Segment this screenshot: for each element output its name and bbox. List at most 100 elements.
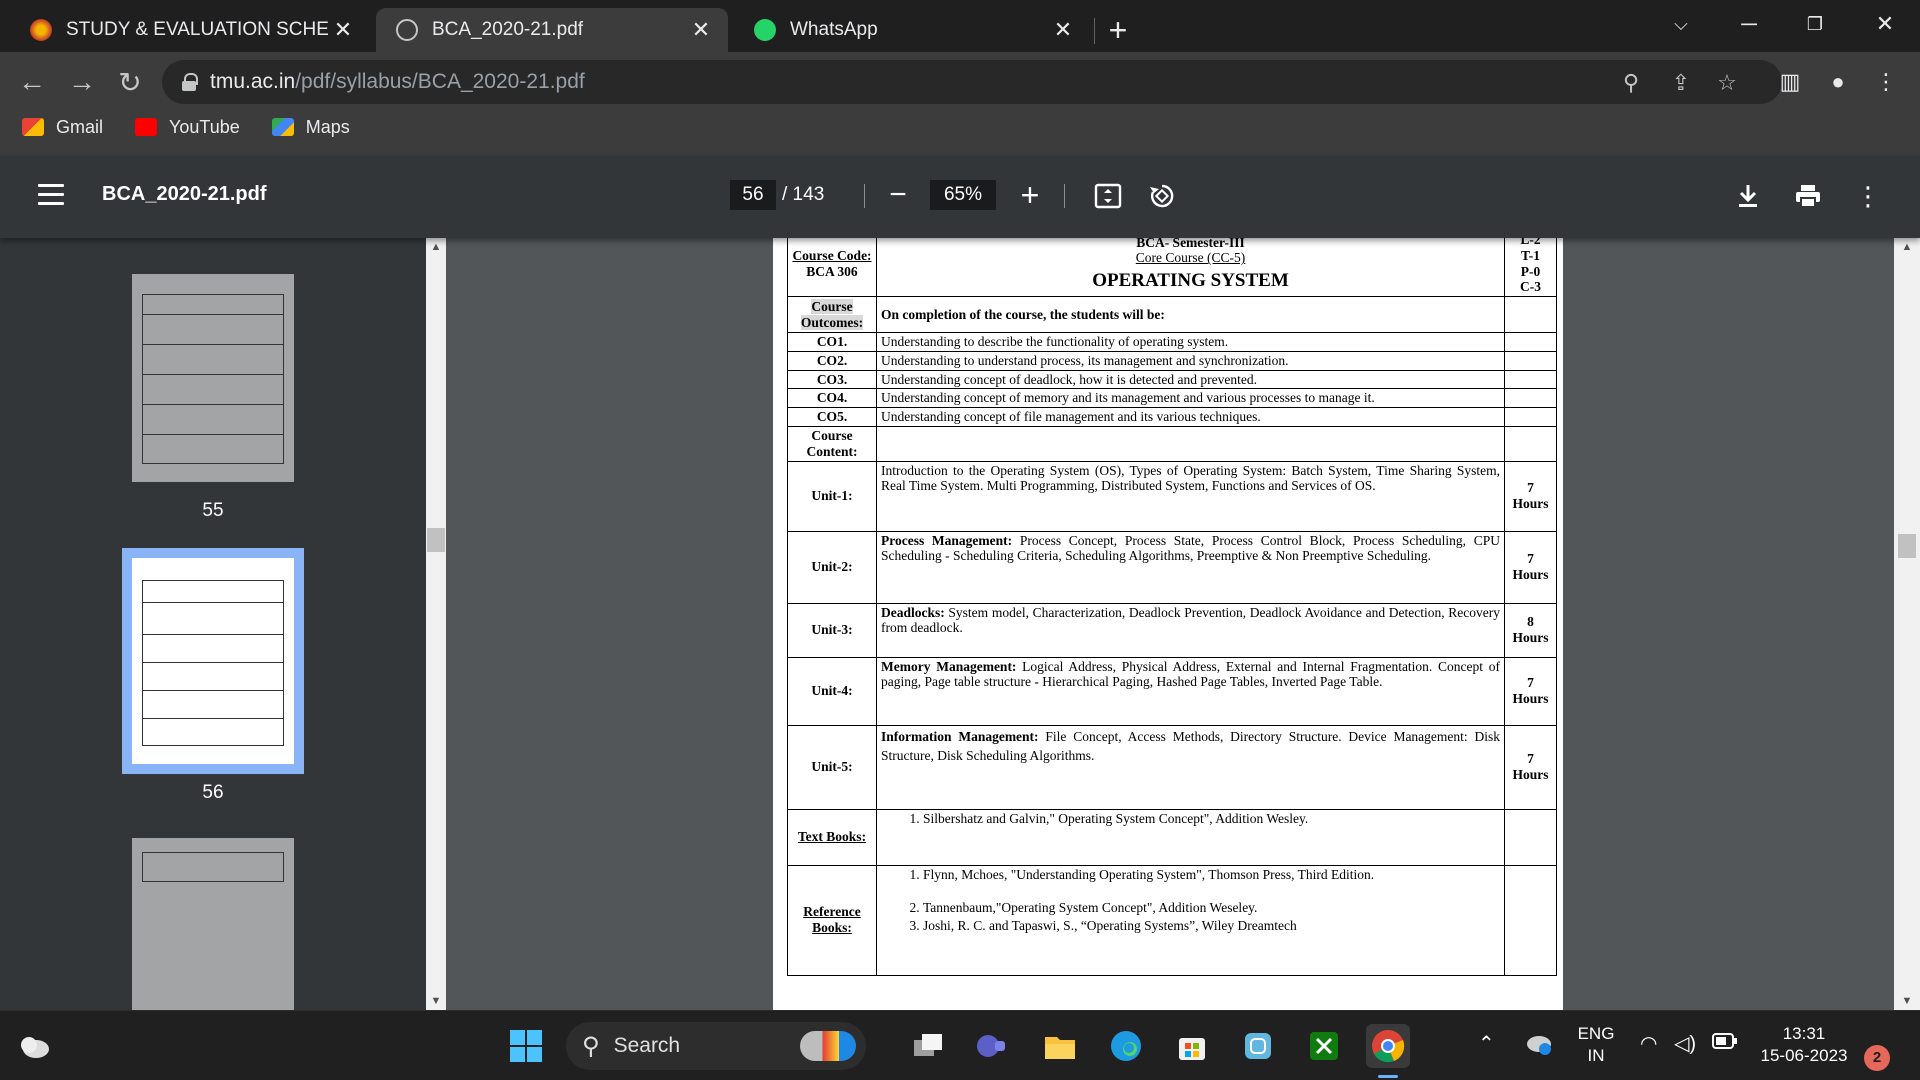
restore-icon[interactable]: ❐ <box>1790 6 1840 42</box>
reference-book-item: Tannenbaum,"Operating System Concept", A… <box>923 900 1500 916</box>
address-bar[interactable]: tmu.ac.in/pdf/syllabus/BCA_2020-21.pdf ⚲… <box>162 60 1782 104</box>
cloud-status-icon[interactable] <box>1524 1031 1554 1061</box>
chevron-up-icon[interactable]: ⌃ <box>1478 1033 1495 1055</box>
scroll-down-icon[interactable]: ▼ <box>426 992 446 1010</box>
unit-label: Unit-4: <box>787 656 877 726</box>
bookmark-maps[interactable]: Maps <box>271 117 350 138</box>
tab-separator <box>1094 18 1095 44</box>
zoom-out-icon[interactable]: − <box>882 178 914 212</box>
fit-page-icon[interactable] <box>1090 178 1126 214</box>
unit-label: Unit-5: <box>787 724 877 810</box>
edge-icon[interactable] <box>1104 1024 1148 1068</box>
close-icon[interactable]: ✕ <box>1860 6 1910 42</box>
sidebar-scrollbar[interactable]: ▲ ▼ <box>426 238 446 1010</box>
tab-search-icon[interactable]: ⌵ <box>1656 6 1706 42</box>
close-tab-icon[interactable]: ✕ <box>686 15 716 45</box>
share-icon[interactable]: ⇪ <box>1666 68 1696 98</box>
unit-row: Unit-2: Process Management: Process Conc… <box>787 530 1557 604</box>
notification-badge[interactable]: 2 <box>1864 1045 1890 1071</box>
outcome-text: Understanding concept of memory and its … <box>876 388 1505 409</box>
outcomes-label-cell: Course Outcomes: <box>787 296 877 334</box>
outcomes-label: Course Outcomes: <box>800 298 864 330</box>
scroll-up-icon[interactable]: ▲ <box>1897 238 1917 256</box>
close-tab-icon[interactable]: ✕ <box>328 15 358 45</box>
tab-study-evaluation[interactable]: STUDY & EVALUATION SCHEME | ✕ <box>10 8 370 52</box>
bookmark-youtube[interactable]: YouTube <box>135 117 240 138</box>
wifi-icon[interactable]: ◠ <box>1640 1033 1657 1055</box>
pdf-toolbar: BCA_2020-21.pdf 56 / 143 − 65% + ⋮ <box>0 156 1920 238</box>
unit-hours-number: 7 <box>1527 551 1534 567</box>
outcome-row: CO2. Understanding to understand process… <box>787 350 1557 371</box>
weather-icon[interactable] <box>12 1024 56 1068</box>
unit-heading: Deadlocks: <box>881 604 945 620</box>
thumbnail-page-56[interactable] <box>132 558 294 764</box>
outcome-text: Understanding to describe the functional… <box>876 332 1505 352</box>
back-icon[interactable]: ← <box>12 62 52 102</box>
reload-icon[interactable]: ↻ <box>110 62 150 102</box>
star-icon[interactable]: ☆ <box>1712 68 1742 98</box>
unit-label: Unit-3: <box>787 602 877 658</box>
more-icon[interactable]: ⋮ <box>1850 178 1886 214</box>
empty-cell <box>1504 350 1557 371</box>
text-books-label-cell: Text Books: <box>787 808 877 866</box>
taskbar: ⚲ Search ⌃ ENG IN ◠ ◁) 13:31 15-06-2023 <box>0 1010 1920 1080</box>
teams-icon[interactable] <box>970 1024 1014 1068</box>
thumbnail-line <box>142 718 284 719</box>
menu-icon[interactable] <box>38 184 64 206</box>
language-indicator[interactable]: ENG IN <box>1576 1023 1616 1067</box>
bookmark-gmail[interactable]: Gmail <box>22 117 103 138</box>
empty-cell <box>1504 388 1557 409</box>
thumbnail-line <box>142 344 284 345</box>
windows-start-icon[interactable] <box>504 1024 548 1068</box>
clock[interactable]: 13:31 15-06-2023 <box>1756 1023 1852 1067</box>
close-tab-icon[interactable]: ✕ <box>1048 15 1078 45</box>
zoom-level-input[interactable]: 65% <box>930 180 996 210</box>
document-scrollbar[interactable]: ▲ ▼ <box>1894 238 1920 1010</box>
empty-cell <box>1504 332 1557 352</box>
zoom-icon[interactable]: ⚲ <box>1616 68 1646 98</box>
task-view-icon[interactable] <box>906 1024 950 1068</box>
thumbnail-line <box>142 634 284 635</box>
kebab-menu-icon[interactable]: ⋮ <box>1868 64 1904 100</box>
tab-bca-pdf[interactable]: BCA_2020-21.pdf ✕ <box>376 8 728 52</box>
download-icon[interactable] <box>1730 178 1766 214</box>
thumbnail-page-57[interactable] <box>132 838 294 1010</box>
print-icon[interactable] <box>1790 178 1826 214</box>
file-explorer-icon[interactable] <box>1038 1024 1082 1068</box>
document-viewport[interactable]: Course Code: BCA 306 BCA- Semester-III C… <box>446 238 1894 1010</box>
text-books-label: Text Books: <box>797 829 867 845</box>
minimize-icon[interactable]: ─ <box>1724 6 1774 42</box>
unit-heading: Process Management: <box>881 532 1013 548</box>
thumbnail-page-55[interactable] <box>132 274 294 482</box>
tab-whatsapp[interactable]: WhatsApp ✕ <box>734 8 1090 52</box>
zoom-in-icon[interactable]: + <box>1012 177 1048 213</box>
scroll-down-icon[interactable]: ▼ <box>1897 992 1917 1010</box>
reference-books-label: Reference Books: <box>803 904 861 936</box>
rotate-icon[interactable] <box>1144 178 1180 214</box>
outcome-row: CO1. Understanding to describe the funct… <box>787 332 1557 352</box>
unit-hours-word: Hours <box>1512 630 1549 646</box>
scrollbar-thumb[interactable] <box>427 528 445 552</box>
store-icon[interactable] <box>1170 1024 1214 1068</box>
xbox-icon[interactable] <box>1302 1024 1346 1068</box>
chrome-icon[interactable] <box>1366 1024 1410 1068</box>
taskbar-search[interactable]: ⚲ Search <box>566 1022 866 1070</box>
profile-icon[interactable]: ● <box>1820 64 1856 100</box>
unit-content: Process Management: Process Concept, Pro… <box>876 530 1505 604</box>
thumbnail-table <box>142 294 284 464</box>
scroll-up-icon[interactable]: ▲ <box>426 238 446 256</box>
thumbnail-line <box>142 434 284 435</box>
side-panel-icon[interactable]: ▥ <box>1772 64 1808 100</box>
battery-icon[interactable] <box>1712 1033 1738 1051</box>
tab-title: WhatsApp <box>790 19 878 40</box>
volume-icon[interactable]: ◁) <box>1674 1033 1696 1055</box>
page-number-input[interactable]: 56 <box>730 180 776 210</box>
forward-icon[interactable]: → <box>62 62 102 102</box>
new-tab-button[interactable]: + <box>1098 10 1138 50</box>
pdf-page: Course Code: BCA 306 BCA- Semester-III C… <box>773 238 1563 1010</box>
unit-content: Introduction to the Operating System (OS… <box>876 460 1505 532</box>
url-text: tmu.ac.in/pdf/syllabus/BCA_2020-21.pdf <box>210 70 585 94</box>
photos-icon[interactable] <box>1236 1024 1280 1068</box>
lock-icon[interactable] <box>182 73 198 91</box>
scrollbar-thumb[interactable] <box>1898 534 1916 558</box>
